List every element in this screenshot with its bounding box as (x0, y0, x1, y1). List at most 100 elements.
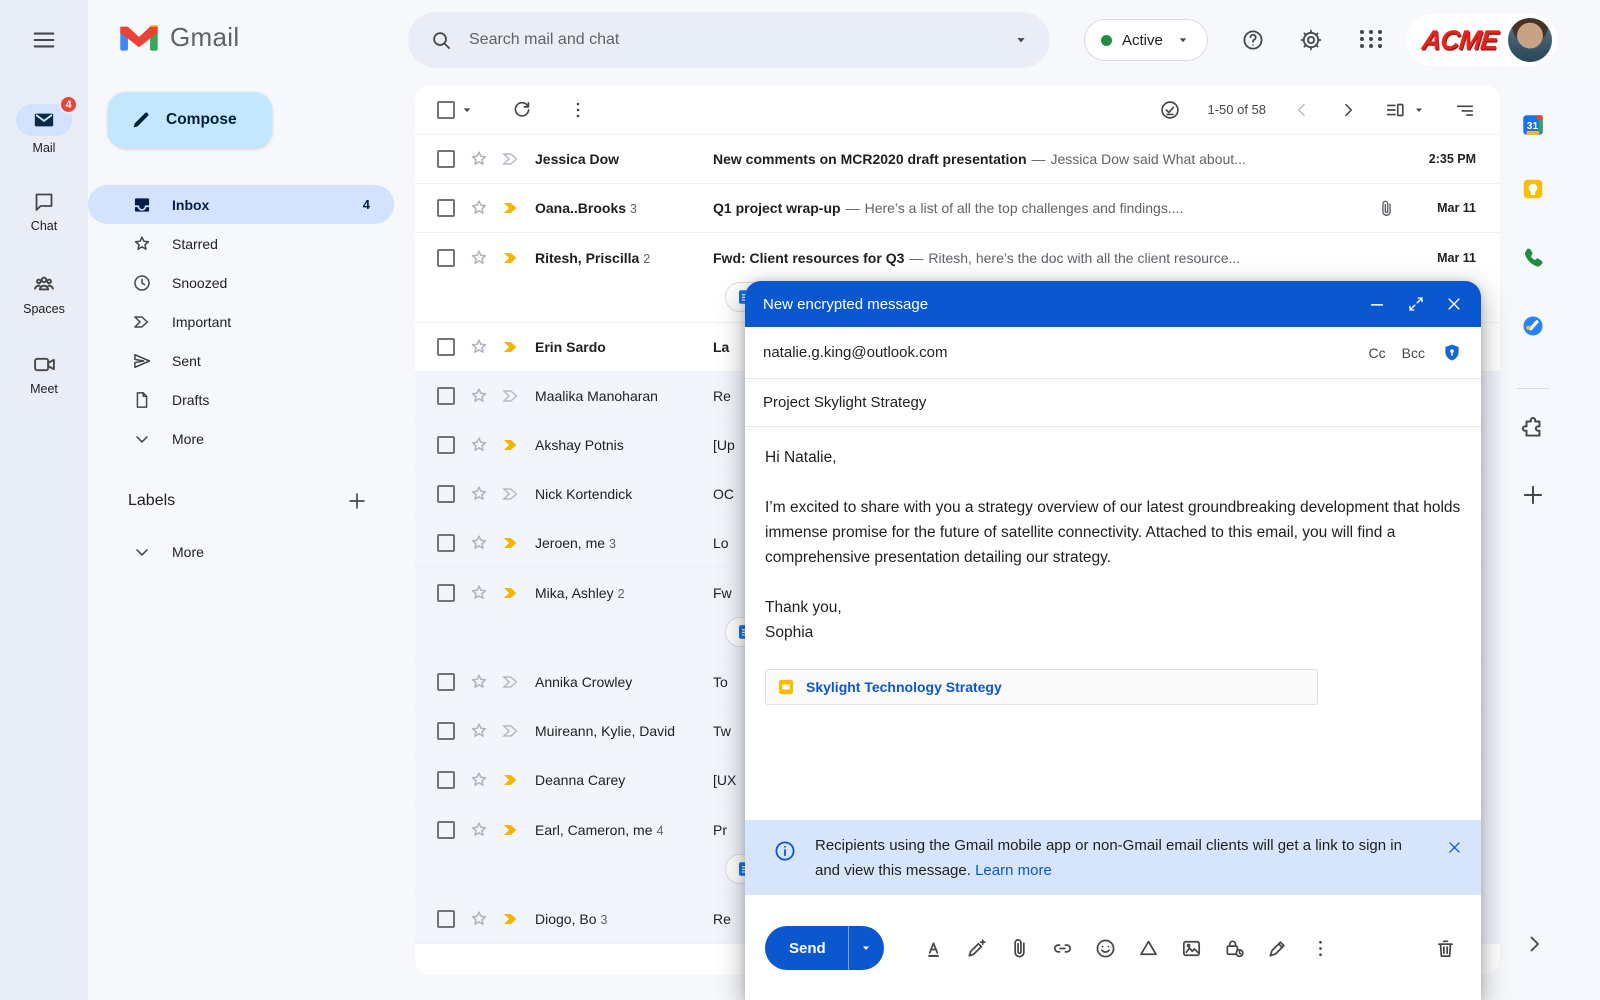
row-checkbox[interactable] (437, 584, 455, 602)
sidebar-item-meet[interactable]: Meet (0, 352, 88, 396)
row-checkbox[interactable] (437, 199, 455, 217)
compose-header[interactable]: New encrypted message (745, 281, 1481, 327)
star-icon[interactable] (469, 721, 489, 741)
importance-marker-icon[interactable] (501, 820, 521, 840)
table-row[interactable]: Ritesh, Priscilla2 Fwd: Client resources… (415, 233, 1500, 282)
row-checkbox[interactable] (437, 338, 455, 356)
star-icon[interactable] (469, 820, 489, 840)
sidebar-item-snoozed[interactable]: Snoozed (88, 263, 394, 302)
select-caret-icon[interactable] (457, 100, 477, 120)
star-icon[interactable] (469, 484, 489, 504)
importance-marker-icon[interactable] (501, 909, 521, 929)
star-icon[interactable] (469, 149, 489, 169)
attachment-card[interactable]: Skylight Technology Strategy (765, 669, 1318, 705)
formatting-options-icon[interactable] (922, 937, 945, 960)
recipient-address[interactable]: natalie.g.king@outlook.com (763, 344, 948, 361)
star-icon[interactable] (469, 386, 489, 406)
more-options-icon[interactable] (1309, 937, 1332, 960)
importance-marker-icon[interactable] (501, 248, 521, 268)
star-icon[interactable] (469, 583, 489, 603)
row-checkbox[interactable] (437, 910, 455, 928)
refresh-icon[interactable] (511, 99, 533, 121)
search-options-caret-icon[interactable] (1010, 29, 1032, 51)
recipients-field[interactable]: natalie.g.king@outlook.com Cc Bcc (745, 327, 1481, 379)
importance-marker-icon[interactable] (501, 583, 521, 603)
row-checkbox[interactable] (437, 722, 455, 740)
table-row[interactable]: Oana..Brooks3 Q1 project wrap-up—Here’s … (415, 184, 1500, 233)
importance-marker-icon[interactable] (501, 198, 521, 218)
settings-gear-icon[interactable] (1299, 28, 1323, 52)
message-body[interactable]: Hi Natalie, I’m excited to share with yo… (745, 427, 1481, 645)
importance-marker-icon[interactable] (501, 386, 521, 406)
send-options-caret[interactable] (848, 926, 884, 970)
newer-chevron-left-icon[interactable] (1292, 100, 1312, 120)
get-addons-plus-icon[interactable] (1520, 482, 1546, 508)
sidebar-item-sent[interactable]: Sent (88, 341, 394, 380)
drive-icon[interactable] (1137, 937, 1160, 960)
sidebar-item-starred[interactable]: Starred (88, 224, 394, 263)
star-icon[interactable] (469, 248, 489, 268)
star-icon[interactable] (469, 337, 489, 357)
main-menu-icon[interactable] (28, 26, 60, 54)
importance-marker-icon[interactable] (501, 533, 521, 553)
attach-file-icon[interactable] (1008, 937, 1031, 960)
row-checkbox[interactable] (437, 150, 455, 168)
sidebar-item-drafts[interactable]: Drafts (88, 380, 394, 419)
row-checkbox[interactable] (437, 534, 455, 552)
sidebar-item-more[interactable]: More (88, 419, 394, 458)
row-checkbox[interactable] (437, 249, 455, 267)
subject-text[interactable]: Project Skylight Strategy (763, 394, 926, 411)
encryption-shield-icon[interactable] (1441, 342, 1463, 364)
importance-marker-icon[interactable] (501, 435, 521, 455)
apps-grid-icon[interactable] (1360, 30, 1384, 48)
search-input[interactable] (469, 31, 1010, 49)
avatar[interactable] (1508, 18, 1552, 62)
row-checkbox[interactable] (437, 436, 455, 454)
older-chevron-right-icon[interactable] (1338, 100, 1358, 120)
importance-marker-icon[interactable] (501, 484, 521, 504)
row-checkbox[interactable] (437, 771, 455, 789)
importance-marker-icon[interactable] (501, 770, 521, 790)
calendar-icon[interactable] (1520, 112, 1546, 138)
star-icon[interactable] (469, 198, 489, 218)
bcc-button[interactable]: Bcc (1402, 345, 1425, 361)
row-checkbox[interactable] (437, 387, 455, 405)
more-vert-icon[interactable] (567, 99, 589, 121)
sidebar-item-mail[interactable]: 4 Mail (0, 104, 88, 155)
star-icon[interactable] (469, 770, 489, 790)
sidebar-item-chat[interactable]: Chat (0, 190, 88, 233)
collapse-chevron-icon[interactable] (1522, 932, 1546, 956)
row-checkbox[interactable] (437, 821, 455, 839)
minimize-icon[interactable] (1367, 294, 1387, 314)
help-icon[interactable] (1241, 28, 1265, 52)
account-area[interactable]: ACME (1406, 14, 1557, 66)
voice-icon[interactable] (1520, 245, 1546, 271)
tasks-icon[interactable] (1520, 313, 1546, 339)
search-bar[interactable] (408, 12, 1050, 68)
attachment-name[interactable]: Skylight Technology Strategy (806, 679, 1002, 695)
help-me-write-icon[interactable] (965, 937, 988, 960)
confidential-mode-icon[interactable] (1223, 937, 1246, 960)
cc-button[interactable]: Cc (1369, 345, 1386, 361)
star-icon[interactable] (469, 909, 489, 929)
labels-more-item[interactable]: More (88, 532, 394, 571)
circled-check-icon[interactable] (1159, 99, 1181, 121)
split-pane-selector[interactable] (1384, 99, 1428, 121)
close-icon[interactable] (1445, 295, 1463, 313)
row-checkbox[interactable] (437, 673, 455, 691)
compose-button[interactable]: Compose (108, 92, 272, 148)
add-label-plus-icon[interactable] (346, 490, 368, 512)
learn-more-link[interactable]: Learn more (975, 862, 1052, 879)
expand-icon[interactable] (1407, 295, 1425, 313)
keep-icon[interactable] (1520, 176, 1546, 202)
importance-marker-icon[interactable] (501, 149, 521, 169)
select-all-checkbox[interactable] (437, 101, 455, 119)
subject-field[interactable]: Project Skylight Strategy (745, 379, 1481, 427)
signature-icon[interactable] (1266, 937, 1289, 960)
sidebar-item-important[interactable]: Important (88, 302, 394, 341)
tune-icon[interactable] (1454, 99, 1476, 121)
send-button[interactable]: Send (765, 926, 848, 970)
row-checkbox[interactable] (437, 485, 455, 503)
insert-emoji-icon[interactable] (1094, 937, 1117, 960)
status-selector[interactable]: Active (1084, 19, 1208, 61)
